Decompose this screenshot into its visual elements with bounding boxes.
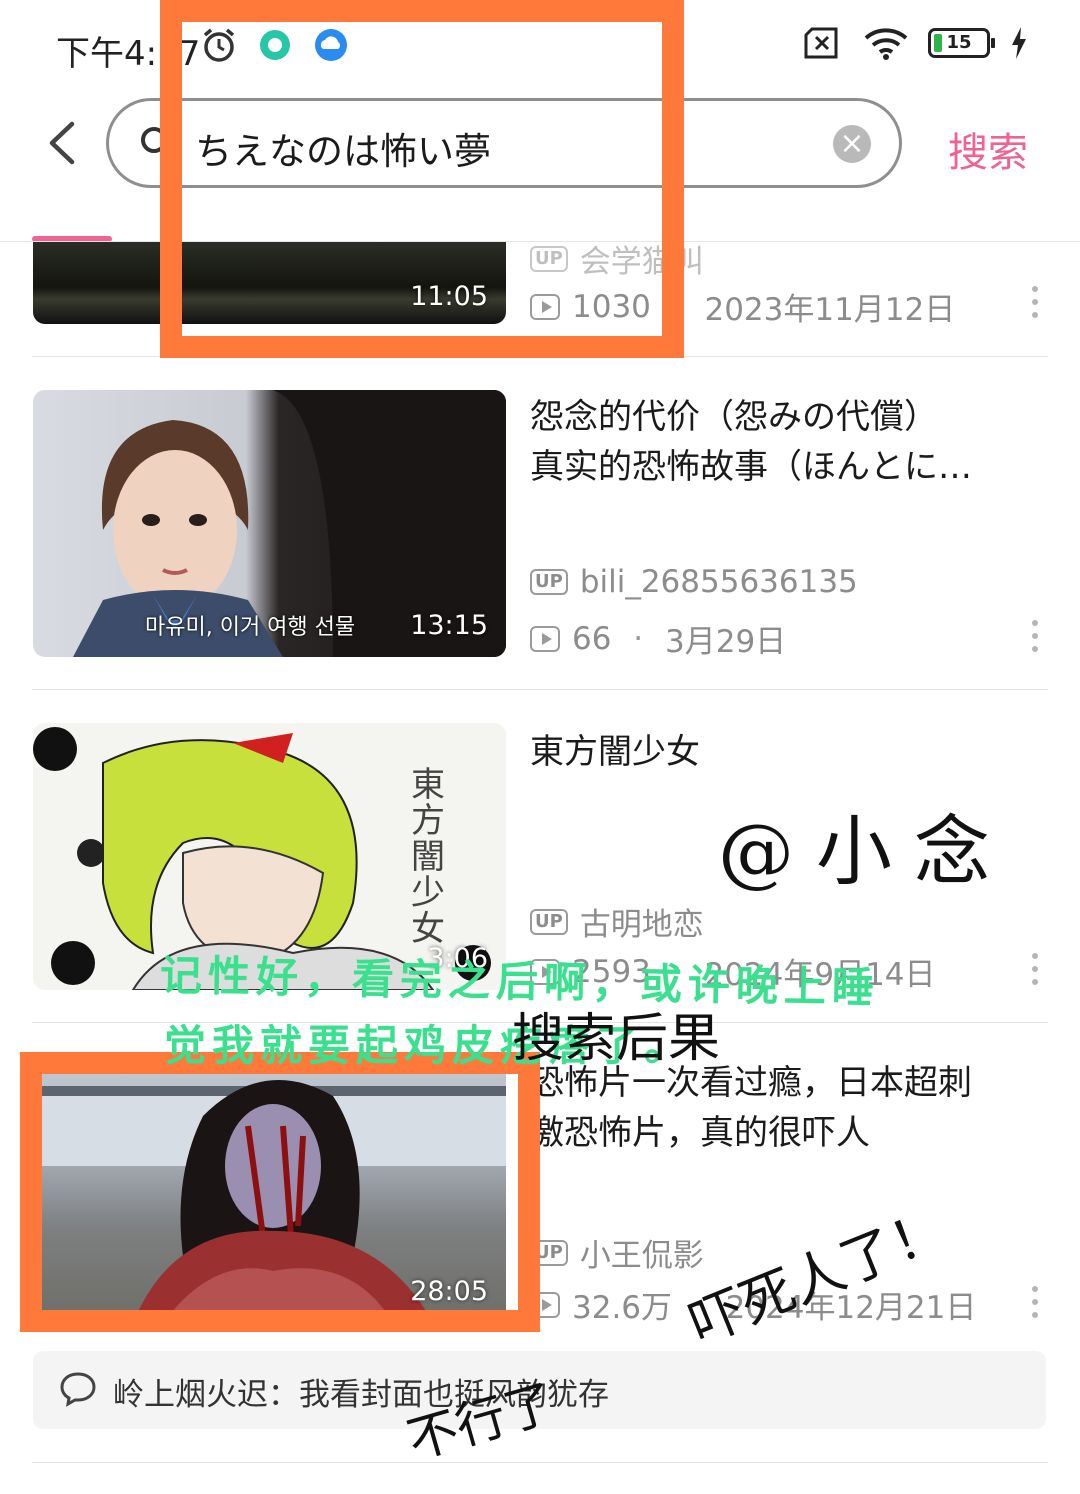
status-right-icons: 15 xyxy=(804,26,1028,60)
more-options-icon[interactable] xyxy=(1030,620,1040,654)
video-title-line: 激恐怖片，真的很吓人 xyxy=(530,1113,870,1153)
video-result-item[interactable]: 마유미, 이거 여행 선물 13:15 怨念的代价（怨みの代償） 真实的恐怖故事… xyxy=(0,390,1080,690)
view-count: 66 xyxy=(572,620,612,657)
upload-date: 3月29日 xyxy=(665,624,787,660)
highlight-box-thumbnail xyxy=(20,1052,540,1332)
back-arrow-icon[interactable] xyxy=(40,118,84,168)
annotation-handle: @小念 xyxy=(718,807,1012,896)
clear-search-button[interactable]: × xyxy=(833,125,871,163)
battery-icon: 15 xyxy=(928,28,995,58)
video-title-line: 怨念的代价（怨みの代償） xyxy=(530,397,938,437)
comment-bubble-icon xyxy=(60,1372,96,1407)
upload-date: 2023年11月12日 xyxy=(704,292,956,328)
play-count-icon xyxy=(530,625,560,652)
uploader-name: bili_26855636135 xyxy=(579,564,858,600)
more-options-icon[interactable] xyxy=(1030,1286,1040,1320)
annotation-search-result: 搜索后果 xyxy=(512,1009,721,1069)
up-badge-icon: UP xyxy=(530,569,568,595)
up-badge-icon: UP xyxy=(530,908,568,935)
video-uploader[interactable]: UP 古明地恋 xyxy=(530,899,704,944)
video-stats: 66 · 3月29日 xyxy=(530,616,786,661)
no-sim-icon xyxy=(804,27,838,59)
more-options-icon[interactable] xyxy=(1030,953,1040,987)
more-options-icon[interactable] xyxy=(1030,286,1040,320)
stat-separator: · xyxy=(623,620,654,657)
video-thumbnail[interactable]: 마유미, 이거 여행 선물 13:15 xyxy=(33,390,506,657)
video-duration: 13:15 xyxy=(410,610,488,641)
video-title-line: 真实的恐怖故事（ほんとに… xyxy=(530,447,972,487)
video-uploader[interactable]: UP bili_26855636135 xyxy=(530,564,858,600)
uploader-name: 小王侃影 xyxy=(579,1238,704,1274)
view-count: 32.6万 xyxy=(572,1290,673,1326)
battery-level: 15 xyxy=(946,32,972,53)
list-divider xyxy=(32,1462,1048,1463)
uploader-name: 古明地恋 xyxy=(579,907,704,943)
thumbnail-caption: 마유미, 이거 여행 선물 xyxy=(145,615,356,640)
search-button[interactable]: 搜索 xyxy=(948,120,1028,178)
list-divider xyxy=(32,689,1048,690)
highlight-box-search xyxy=(160,0,684,358)
charging-icon xyxy=(1012,27,1026,59)
wifi-icon xyxy=(864,28,908,60)
thumbnail-text: 東方闇少女 xyxy=(411,765,445,949)
video-title[interactable]: 怨念的代价（怨みの代償） 真实的恐怖故事（ほんとに… xyxy=(530,392,1030,492)
video-title[interactable]: 恐怖片一次看过瘾，日本超刺 激恐怖片，真的很吓人 xyxy=(530,1058,1030,1158)
video-title[interactable]: 東方闇少女 xyxy=(530,727,1030,777)
video-uploader[interactable]: UP 小王侃影 xyxy=(530,1230,704,1275)
